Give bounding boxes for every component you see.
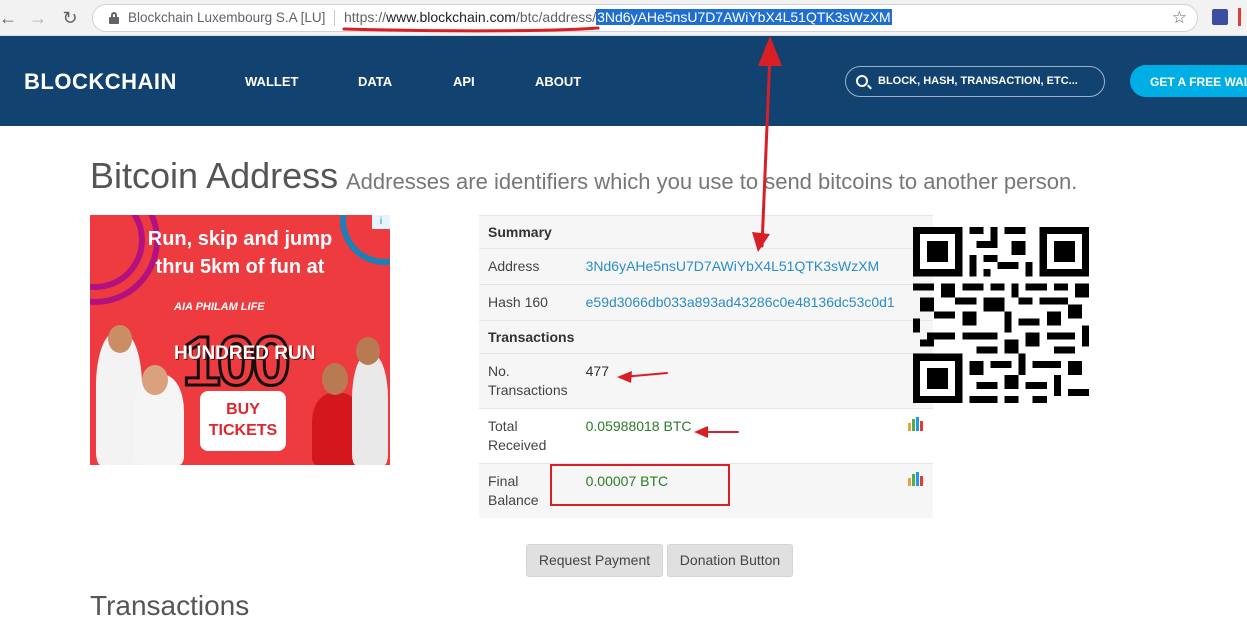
nav-wallet[interactable]: WALLET: [245, 74, 298, 89]
reload-icon[interactable]: ↻: [58, 6, 82, 30]
extension-icon[interactable]: [1212, 9, 1228, 25]
ad-headline-line-1: Run, skip and jump: [147, 228, 333, 250]
total-received-label: Total Received: [479, 408, 577, 464]
final-balance-label: Final Balance: [479, 463, 577, 518]
final-balance-chart-icon[interactable]: [908, 472, 924, 486]
total-received-label-line-1: Total: [488, 418, 518, 434]
transactions-header-row: Transactions: [479, 320, 933, 354]
bookmark-star-icon[interactable]: ☆: [1172, 8, 1187, 28]
transactions-heading: Transactions: [479, 320, 933, 354]
request-payment-button[interactable]: Request Payment: [526, 544, 663, 577]
summary-header-row: Summary: [479, 215, 933, 249]
summary-heading: Summary: [479, 215, 933, 249]
search-placeholder: BLOCK, HASH, TRANSACTION, ETC...: [878, 75, 1078, 87]
hash160-link[interactable]: e59d3066db033a893ad43286c0e48136dc53c0d1: [586, 294, 895, 310]
url-text[interactable]: https://www.blockchain.com/btc/address/3…: [344, 9, 892, 25]
total-received-value: 0.05988018 BTC: [576, 408, 899, 464]
forward-icon[interactable]: →: [26, 6, 50, 30]
advertisement[interactable]: i Run, skip and jump thru 5km of fun at …: [90, 215, 390, 465]
ad-person-image: [142, 365, 168, 395]
buy-tickets-line-1: BUY: [226, 401, 260, 418]
ad-brand: AIA PHILAM LIFE: [174, 301, 265, 313]
browser-toolbar: ← → ↻ Blockchain Luxembourg S.A [LU] htt…: [0, 0, 1247, 36]
final-balance-value: 0.00007 BTC: [576, 463, 899, 518]
search-input[interactable]: BLOCK, HASH, TRANSACTION, ETC...: [845, 66, 1105, 97]
omnibox-divider: [334, 10, 335, 26]
address-label: Address: [479, 248, 577, 285]
url-scheme: https://: [344, 9, 387, 25]
ad-person-image: [108, 325, 132, 353]
no-transactions-label-line-1: No.: [488, 363, 510, 379]
ad-headline: Run, skip and jump thru 5km of fun at: [90, 225, 390, 281]
nav-api[interactable]: API: [453, 74, 475, 89]
ad-event-name: HUNDRED RUN: [174, 343, 316, 364]
final-balance-label-line-1: Final: [488, 473, 519, 489]
nav-about[interactable]: ABOUT: [535, 74, 581, 89]
brand-logo[interactable]: BLOCKCHAIN: [24, 69, 177, 95]
donation-button[interactable]: Donation Button: [667, 544, 793, 577]
search-icon: [856, 75, 868, 87]
extension-icon-2[interactable]: [1238, 8, 1247, 26]
url-selected-address: 3Nd6yAHe5nsU7D7AWiYbX4L51QTK3sWzXM: [596, 9, 892, 25]
address-qr-code: [913, 227, 1089, 403]
back-icon[interactable]: ←: [0, 6, 20, 30]
ad-person-image: [352, 355, 388, 465]
final-balance-row: Final Balance 0.00007 BTC: [479, 463, 933, 518]
total-received-label-line-2: Received: [488, 437, 547, 453]
no-transactions-value: 477: [576, 353, 899, 409]
ad-person-image: [356, 337, 380, 365]
address-link[interactable]: 3Nd6yAHe5nsU7D7AWiYbX4L51QTK3sWzXM: [586, 258, 880, 274]
get-free-wallet-button[interactable]: GET A FREE WALLET: [1130, 65, 1247, 97]
lock-icon: [109, 12, 119, 24]
no-transactions-label: No. Transactions: [479, 353, 577, 409]
url-host: www.blockchain.com: [386, 9, 516, 25]
hash160-row: Hash 160 e59d3066db033a893ad43286c0e4813…: [479, 284, 933, 321]
ad-headline-line-2: thru 5km of fun at: [155, 256, 325, 278]
site-header: BLOCKCHAIN WALLET DATA API ABOUT BLOCK, …: [0, 36, 1247, 126]
total-received-chart-icon[interactable]: [908, 417, 924, 431]
summary-table: Summary Address 3Nd6yAHe5nsU7D7AWiYbX4L5…: [479, 215, 933, 518]
total-received-row: Total Received 0.05988018 BTC: [479, 408, 933, 464]
buy-tickets-line-2: TICKETS: [208, 422, 278, 439]
hash160-label: Hash 160: [479, 284, 577, 321]
address-bar[interactable]: Blockchain Luxembourg S.A [LU] https://w…: [92, 4, 1198, 32]
url-path: /btc/address/: [515, 9, 597, 25]
ad-person-image: [322, 363, 348, 395]
no-transactions-label-line-2: Transactions: [488, 382, 568, 398]
page-title: Bitcoin Address: [90, 155, 339, 196]
no-transactions-row: No. Transactions 477: [479, 353, 933, 409]
site-identity[interactable]: Blockchain Luxembourg S.A [LU]: [128, 10, 325, 25]
final-balance-label-line-2: Balance: [488, 492, 539, 508]
transactions-section-heading: Transactions: [90, 590, 250, 621]
page-subtitle: Addresses are identifiers which you use …: [346, 169, 1078, 194]
nav-data[interactable]: DATA: [358, 74, 392, 89]
buy-tickets-button[interactable]: BUY TICKETS: [200, 391, 286, 451]
address-row: Address 3Nd6yAHe5nsU7D7AWiYbX4L51QTK3sWz…: [479, 248, 933, 285]
